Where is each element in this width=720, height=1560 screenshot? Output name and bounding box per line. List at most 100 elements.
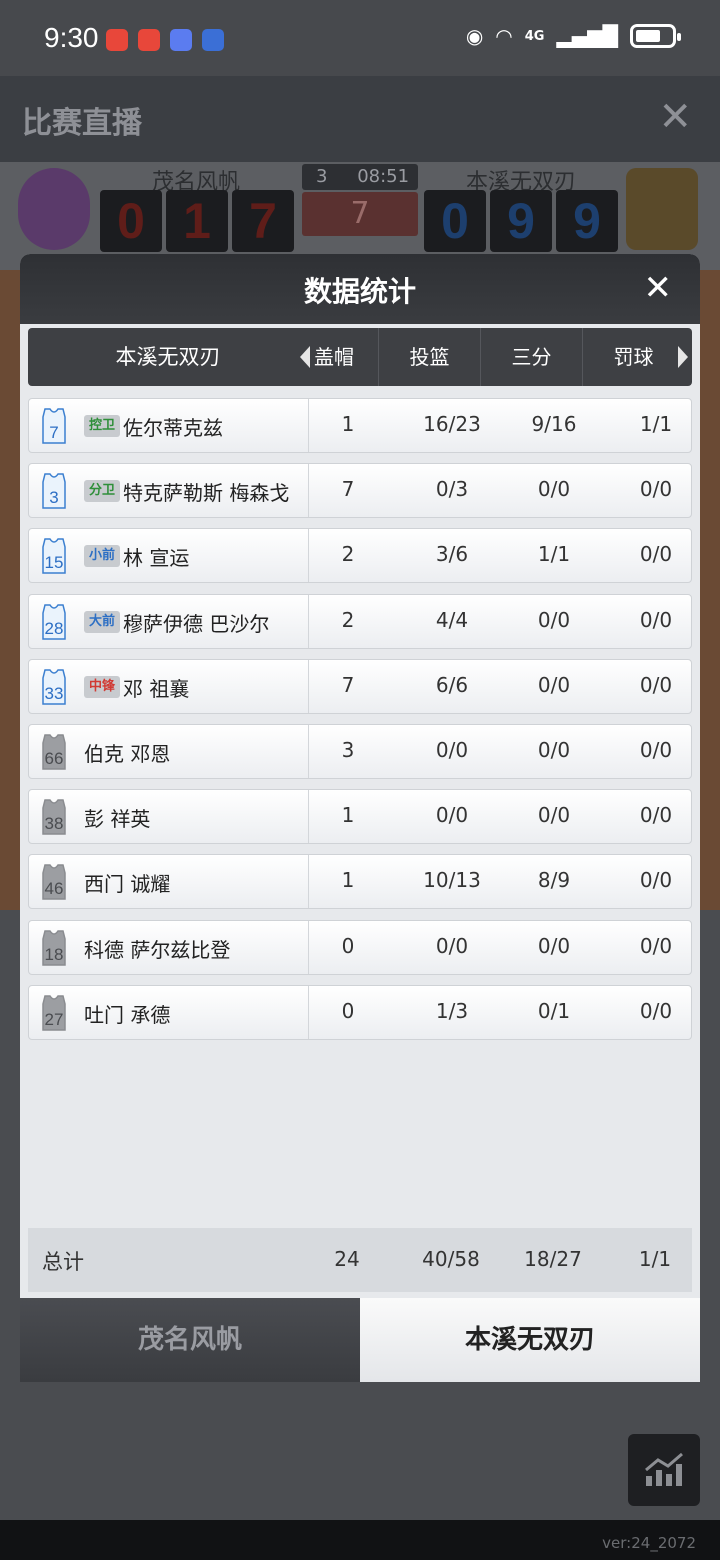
player-name: 特克萨勒斯 梅森戈 [123,481,290,506]
home-score-digit: 7 [232,190,294,252]
player-free-throws: 0/0 [639,803,673,828]
player-row[interactable]: 46 西门 诚耀 1 10/13 8/9 0/0 [28,854,692,910]
quarter: 3 [316,166,328,187]
jersey-icon: 46 [42,864,66,901]
total-row: 总计 24 40/58 18/27 1/1 [28,1228,692,1292]
player-free-throws: 0/0 [639,542,673,567]
jersey-number: 18 [45,945,64,964]
player-name: 邓 祖襄 [123,676,190,701]
app-notification-icon [138,29,160,51]
player-field-goals: 4/4 [435,607,469,632]
tab-away-team[interactable]: 本溪无双刃 [360,1298,700,1382]
player-name-cell: 3 分卫 特克萨勒斯 梅森戈 [29,464,309,518]
player-free-throws: 0/0 [639,933,673,958]
wifi-icon: ◠ [495,24,513,48]
jersey-number: 27 [45,1010,64,1029]
player-free-throws: 0/0 [639,477,673,502]
player-row[interactable]: 66 伯克 邓恩 3 0/0 0/0 0/0 [28,723,692,779]
modal-title: 数据统计 [303,275,416,308]
player-name-cell: 28 大前 穆萨伊德 巴沙尔 [29,594,309,648]
game-clock: 3 08:51 [302,164,418,190]
player-three-points: 0/0 [537,933,571,958]
total-blocks: 24 [334,1247,360,1271]
player-row[interactable]: 38 彭 祥英 1 0/0 0/0 0/0 [28,789,692,845]
team-tabs: 茂名风帆 本溪无双刃 [20,1298,700,1382]
column-free-throws: 罚球 [582,328,684,386]
column-blocks: 盖帽 [314,345,354,369]
jersey-icon: 27 [42,994,66,1031]
away-score-digit: 0 [424,190,486,252]
player-free-throws: 0/0 [639,737,673,762]
away-team-logo [626,168,698,250]
scroll-right-icon[interactable] [678,346,688,368]
player-free-throws: 0/0 [639,672,673,697]
player-three-points: 0/1 [537,998,571,1023]
column-three-points: 三分 [480,328,582,386]
player-field-goals: 0/3 [435,477,469,502]
player-name: 吐门 承德 [84,1002,171,1027]
player-three-points: 1/1 [537,542,571,567]
player-free-throws: 1/1 [639,412,673,436]
jersey-number: 15 [45,553,64,572]
player-three-points: 0/0 [537,737,571,762]
jersey-icon: 38 [42,799,66,835]
player-blocks: 1 [341,868,355,893]
player-three-points: 0/0 [537,477,571,502]
player-blocks: 0 [341,998,355,1023]
battery-icon [630,24,681,48]
player-blocks: 1 [341,412,355,436]
player-blocks: 7 [341,672,355,697]
jersey-icon: 15 [42,538,66,575]
jersey-icon: 3 [42,473,66,509]
jersey-number: 7 [49,423,58,442]
player-row[interactable]: 3 分卫 特克萨勒斯 梅森戈 7 0/3 0/0 0/0 [28,463,692,519]
player-name-cell: 7 控卫 佐尔蒂克兹 [29,399,309,452]
player-field-goals: 0/0 [435,933,469,958]
player-free-throws: 0/0 [639,868,673,893]
position-badge: 控卫 [84,415,120,437]
player-field-goals: 3/6 [435,542,469,567]
close-icon[interactable]: ✕ [644,268,673,308]
game-header: 比赛直播 ✕ [0,76,720,162]
player-row[interactable]: 18 科德 萨尔兹比登 0 0/0 0/0 0/0 [28,919,692,975]
player-field-goals: 0/0 [435,737,469,762]
tab-home-team[interactable]: 茂名风帆 [20,1298,360,1382]
player-field-goals: 6/6 [435,672,469,697]
player-three-points: 0/0 [537,803,571,828]
jersey-number: 46 [45,879,64,898]
player-three-points: 0/0 [537,672,571,697]
player-field-goals: 10/13 [423,868,481,893]
player-name: 林 宣运 [123,546,190,571]
stats-modal: 数据统计 ✕ 本溪无双刃 盖帽 投篮 三分 罚球 7 控卫 佐尔蒂克兹 1 16/23 9… [20,254,700,1382]
position-badge: 小前 [84,545,120,568]
player-row[interactable]: 15 小前林 宣运 2 3/6 1/1 0/0 [28,528,692,584]
player-blocks: 2 [341,607,355,632]
player-row[interactable]: 7 控卫 佐尔蒂克兹 1 16/23 9/16 1/1 [28,398,692,453]
signal-icon: ▂▄▆█ [556,24,618,48]
player-field-goals: 0/0 [435,803,469,828]
player-three-points: 0/0 [537,607,571,632]
home-score-digit: 0 [100,190,162,252]
position-badge: 分卫 [84,480,120,503]
stats-chart-button[interactable] [628,1434,700,1506]
column-field-goals: 投篮 [378,328,480,386]
player-row[interactable]: 27 吐门 承德 0 1/3 0/1 0/0 [28,984,692,1040]
header-team-name: 本溪无双刃 [115,345,221,369]
stats-column-header: 本溪无双刃 盖帽 投篮 三分 罚球 [28,328,692,386]
modal-header: 数据统计 ✕ [20,254,700,324]
jersey-icon: 7 [42,408,66,444]
home-team-logo [18,168,90,250]
position-badge: 大前 [84,610,120,633]
player-name-cell: 46 西门 诚耀 [29,855,309,909]
jersey-number: 28 [45,619,64,638]
close-icon[interactable]: ✕ [658,94,692,140]
player-blocks: 0 [341,933,355,958]
player-row[interactable]: 33 中锋邓 祖襄 7 6/6 0/0 0/0 [28,658,692,714]
player-three-points: 8/9 [537,868,571,893]
player-row[interactable]: 28 大前 穆萨伊德 巴沙尔 2 4/4 0/0 0/0 [28,593,692,649]
jersey-number: 38 [45,814,64,833]
player-name: 佐尔蒂克兹 [123,416,223,440]
player-three-points: 9/16 [531,412,577,436]
clock-time: 08:51 [357,166,410,187]
player-blocks: 3 [341,737,355,762]
